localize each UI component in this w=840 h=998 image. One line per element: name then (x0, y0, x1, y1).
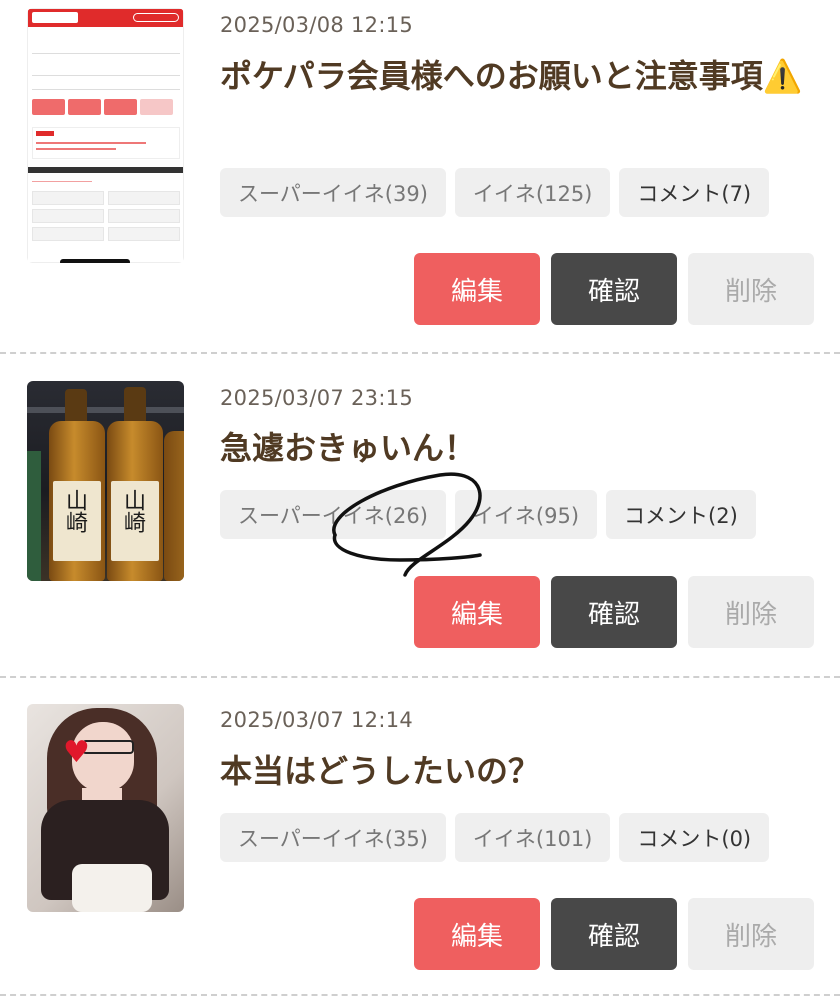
comment-count[interactable]: コメント(0) (619, 813, 770, 862)
edit-button[interactable]: 編集 (414, 898, 540, 970)
delete-button[interactable]: 削除 (688, 898, 814, 970)
super-like-count[interactable]: スーパーイイネ(35) (220, 813, 446, 862)
heart-icon: ♥ (63, 735, 90, 770)
post-title[interactable]: 本当はどうしたいの？ (220, 747, 810, 795)
post-date: 2025/03/07 12:14 (220, 708, 414, 732)
portrait-photo: ♥ (27, 704, 184, 912)
blog-post-item: ♥ 2025/03/07 12:14 本当はどうしたいの？ スーパーイイネ(35… (0, 0, 840, 998)
confirm-button[interactable]: 確認 (551, 898, 677, 970)
post-reactions: スーパーイイネ(35) イイネ(101) コメント(0) (220, 813, 770, 862)
like-count[interactable]: イイネ(101) (454, 813, 611, 862)
post-divider (0, 994, 840, 996)
post-thumbnail[interactable]: ♥ (27, 704, 184, 912)
